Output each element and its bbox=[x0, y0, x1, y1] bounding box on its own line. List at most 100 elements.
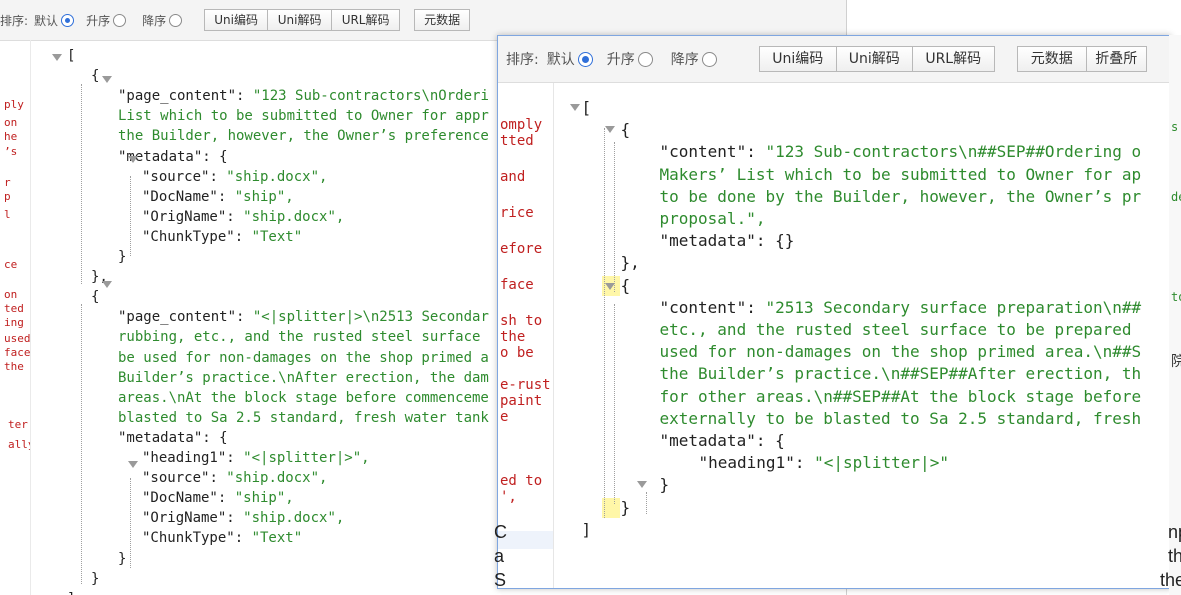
uni-encode-button[interactable]: Uni编码 bbox=[758, 46, 837, 72]
collapse-caret-icon[interactable] bbox=[102, 281, 112, 288]
sort-desc-radio[interactable] bbox=[701, 51, 717, 67]
sidebar-fragment: omply bbox=[500, 117, 543, 133]
sort-desc-label: 降序 bbox=[142, 13, 167, 28]
sidebar-fragment: l bbox=[4, 208, 11, 221]
url-decode-button[interactable]: URL解码 bbox=[912, 46, 995, 72]
uni-decode-button[interactable]: Uni解码 bbox=[268, 9, 333, 31]
front-json-viewer-window: 排序: 默认 升序 降序 Uni编码 Uni解码 URL解码 元数据 折叠所 o… bbox=[497, 35, 1171, 589]
json-line: areas.\nAt the block stage before commen… bbox=[118, 389, 489, 406]
json-line: ] bbox=[67, 591, 75, 595]
json-line: proposal.", bbox=[659, 209, 766, 228]
indent-guide bbox=[604, 128, 605, 518]
sidebar-selection bbox=[498, 531, 553, 549]
json-line: "heading1": "<|splitter|>", bbox=[142, 450, 370, 466]
json-line: { bbox=[91, 68, 100, 85]
back-left-sidebar: plyonhe’srplceontedingusedfacetheterally bbox=[0, 40, 31, 595]
sort-asc-label: 升序 bbox=[86, 13, 111, 28]
json-line: "content": "123 Sub-contractors\n##SEP##… bbox=[659, 142, 1142, 162]
sidebar-fragment: rice bbox=[500, 205, 534, 221]
sort-default-radio[interactable] bbox=[577, 51, 593, 67]
json-line: for other areas.\n##SEP##At the block st… bbox=[659, 386, 1142, 406]
json-line: "metadata": {} bbox=[659, 231, 795, 251]
collapse-caret-icon[interactable] bbox=[52, 54, 62, 61]
url-decode-button[interactable]: URL解码 bbox=[332, 9, 401, 31]
json-line: }, bbox=[620, 253, 640, 273]
sidebar-fragment: e bbox=[500, 409, 509, 425]
json-line: Builder’s practice.\nAfter erection, the… bbox=[118, 369, 489, 386]
fragment: 院 bbox=[1171, 354, 1181, 370]
indent-guide bbox=[81, 84, 82, 284]
json-line: } bbox=[118, 249, 127, 265]
json-line: "ChunkType": "Text" bbox=[142, 530, 303, 547]
indent-guide bbox=[614, 304, 615, 504]
json-line: ] bbox=[581, 519, 592, 539]
sidebar-fragment: used bbox=[4, 332, 31, 345]
indent-guide bbox=[614, 142, 615, 292]
sidebar-fragment: he bbox=[4, 130, 18, 143]
json-line: to be done by the Builder, however, the … bbox=[659, 186, 1142, 206]
indent-guide bbox=[646, 492, 647, 514]
uni-encode-button[interactable]: Uni编码 bbox=[204, 9, 269, 31]
metadata-button[interactable]: 元数据 bbox=[1016, 46, 1087, 72]
json-line: "OrigName": "ship.docx", bbox=[142, 208, 345, 225]
json-line: "DocName": "ship", bbox=[142, 490, 294, 507]
json-line: be used for non-damages on the shop prim… bbox=[118, 349, 489, 366]
fold-all-button[interactable]: 折叠所 bbox=[1086, 46, 1147, 72]
indent-guide bbox=[81, 304, 82, 584]
sidebar-fragment: paint bbox=[500, 393, 543, 409]
sidebar-fragment: p bbox=[4, 190, 11, 203]
json-line: used for non-damages on the shop primed … bbox=[659, 342, 1142, 362]
json-line: externally to be blasted to Sa 2.5 stand… bbox=[659, 408, 1142, 428]
right-edge-fragments: s de to 院 bbox=[1169, 35, 1181, 595]
json-line: "source": "ship.docx", bbox=[142, 470, 328, 487]
fragment: de bbox=[1171, 190, 1181, 204]
metadata-button[interactable]: 元数据 bbox=[414, 9, 471, 31]
indent-guide bbox=[130, 176, 131, 256]
json-line: [ bbox=[67, 48, 76, 64]
sort-asc-radio[interactable] bbox=[637, 51, 653, 67]
json-line: [ bbox=[581, 98, 592, 117]
collapse-caret-icon[interactable] bbox=[128, 461, 138, 468]
json-line: } bbox=[91, 570, 100, 587]
json-line: "OrigName": "ship.docx", bbox=[142, 510, 345, 527]
uni-decode-button[interactable]: Uni解码 bbox=[836, 46, 913, 72]
sidebar-fragment: e-rust bbox=[500, 377, 551, 393]
collapse-caret-icon[interactable] bbox=[570, 104, 580, 111]
sort-desc-radio[interactable] bbox=[169, 13, 183, 27]
json-line: the Builder’s practice.\n##SEP##After er… bbox=[659, 364, 1142, 384]
sort-asc-radio[interactable] bbox=[113, 13, 127, 27]
sort-desc-label: 降序 bbox=[670, 52, 699, 68]
sidebar-fragment: the bbox=[500, 329, 526, 345]
json-line: } bbox=[118, 550, 127, 567]
sort-default-label: 默认 bbox=[34, 13, 59, 28]
json-line: the Builder, however, the Owner’s prefer… bbox=[118, 128, 489, 145]
json-line: List which to be submitted to Owner for … bbox=[118, 108, 489, 125]
front-left-sidebar: omply tted and rice efore face sh to the o be e-r… bbox=[498, 83, 554, 588]
collapse-caret-icon[interactable] bbox=[605, 126, 615, 133]
collapse-caret-icon[interactable] bbox=[128, 156, 138, 163]
sidebar-fragment: ce bbox=[4, 258, 18, 271]
json-line: Makers’ List which to be submitted to Ow… bbox=[659, 164, 1142, 184]
sidebar-fragment: efore bbox=[500, 241, 543, 257]
indent-guide bbox=[130, 478, 131, 568]
json-line: "page_content": "<|splitter|>\n2513 Seco… bbox=[118, 309, 489, 326]
sidebar-fragment: ally bbox=[8, 438, 30, 451]
sidebar-fragment: face bbox=[4, 346, 31, 359]
collapse-caret-icon[interactable] bbox=[102, 76, 112, 83]
fragment: to bbox=[1171, 290, 1181, 304]
sidebar-fragment: r bbox=[4, 176, 11, 189]
collapse-caret-icon[interactable] bbox=[637, 481, 647, 488]
sidebar-fragment: sh to bbox=[500, 313, 543, 329]
json-line: blasted to Sa 2.5 standard, fresh water … bbox=[118, 409, 489, 426]
sidebar-fragment: on bbox=[4, 116, 18, 129]
sidebar-fragment: ted bbox=[4, 302, 24, 315]
sidebar-fragment: and bbox=[500, 169, 526, 185]
json-line: "metadata": { bbox=[118, 429, 228, 446]
json-line: "source": "ship.docx", bbox=[142, 168, 328, 185]
json-line: { bbox=[620, 120, 631, 140]
json-line: "metadata": { bbox=[659, 431, 785, 450]
sort-label: 排序: bbox=[0, 13, 29, 28]
json-line: "page_content": "123 Sub-contractors\nOr… bbox=[118, 88, 489, 105]
json-line: "DocName": "ship", bbox=[142, 188, 294, 205]
sort-default-radio[interactable] bbox=[61, 13, 75, 27]
